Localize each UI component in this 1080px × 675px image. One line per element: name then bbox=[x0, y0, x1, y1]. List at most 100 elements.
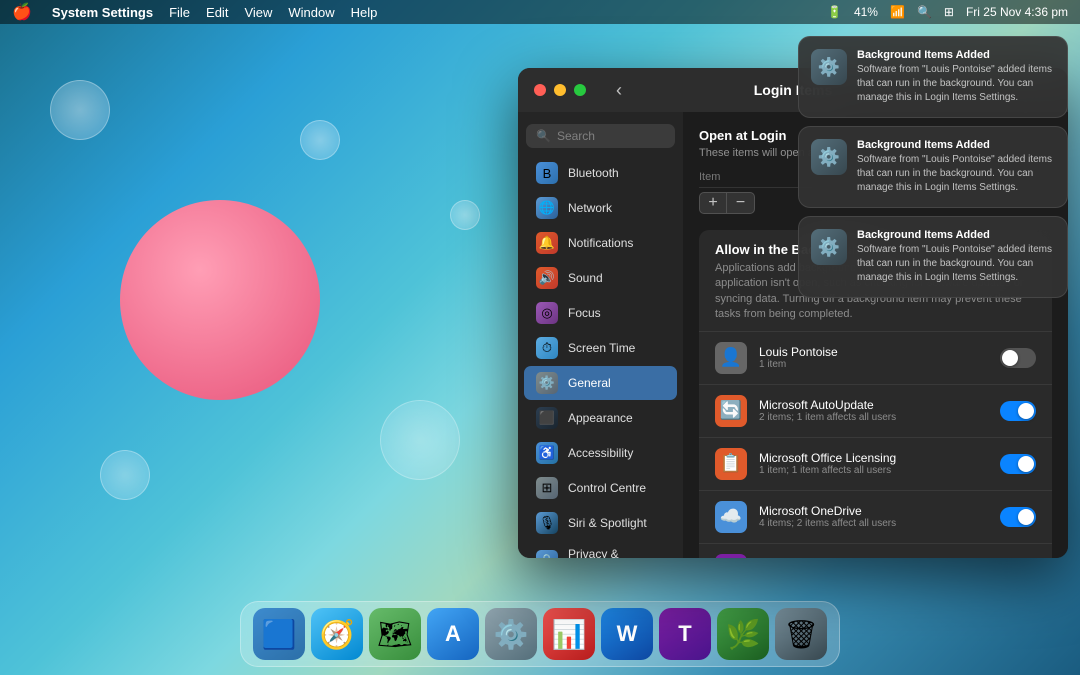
sidebar-item-network[interactable]: 🌐 Network bbox=[524, 191, 677, 225]
dock-icon-teams[interactable]: T bbox=[659, 608, 711, 660]
menubar-menu-window[interactable]: Window bbox=[288, 5, 334, 20]
apple-logo[interactable]: 🍎 bbox=[12, 2, 32, 22]
menubar-right: 🔋 41% 📶 🔍 ⊞ Fri 25 Nov 4:36 pm bbox=[827, 5, 1068, 19]
bg-item-ms-autoupdate: 🔄Microsoft AutoUpdate2 items; 1 item aff… bbox=[699, 384, 1052, 437]
window-maximize-button[interactable] bbox=[574, 84, 586, 96]
notif-content-3: Background Items Added Software from "Lo… bbox=[857, 229, 1055, 285]
bg-item-name-ms-autoupdate: Microsoft AutoUpdate bbox=[759, 398, 988, 412]
menubar-control-center-icon[interactable]: ⊞ bbox=[944, 5, 954, 19]
remove-login-item-button[interactable]: − bbox=[727, 192, 755, 214]
bg-item-toggle-ms-autoupdate[interactable] bbox=[1000, 401, 1036, 421]
bg-item-icon-ms-office-licensing: 📋 bbox=[715, 448, 747, 480]
bg-item-toggle-ms-office-licensing[interactable] bbox=[1000, 454, 1036, 474]
sidebar-item-bluetooth[interactable]: B Bluetooth bbox=[524, 156, 677, 190]
sidebar-icon-general: ⚙️ bbox=[536, 372, 558, 394]
menubar-battery-pct: 41% bbox=[854, 5, 878, 19]
bg-item-icon-louis-pontoise: 👤 bbox=[715, 342, 747, 374]
bg-item-icon-ms-onedrive: ☁️ bbox=[715, 501, 747, 533]
window-minimize-button[interactable] bbox=[554, 84, 566, 96]
sidebar-label-sound: Sound bbox=[568, 271, 603, 285]
sidebar-icon-privacy: 🔒 bbox=[536, 550, 558, 558]
sidebar: 🔍 Search B Bluetooth 🌐 Network 🔔Notification… bbox=[518, 112, 683, 558]
notification-card-3[interactable]: ⚙️ Background Items Added Software from … bbox=[798, 216, 1068, 298]
sidebar-items-list: B Bluetooth 🌐 Network 🔔Notifications🔊Sound ◎ F… bbox=[518, 156, 683, 558]
sidebar-icon-bluetooth: B bbox=[536, 162, 558, 184]
notification-card-2[interactable]: ⚙️ Background Items Added Software from … bbox=[798, 126, 1068, 208]
search-box[interactable]: 🔍 Search bbox=[526, 124, 675, 148]
sidebar-icon-network: 🌐 bbox=[536, 197, 558, 219]
bg-item-info-ms-office-licensing: Microsoft Office Licensing1 item; 1 item… bbox=[759, 451, 988, 476]
sidebar-label-focus: Focus bbox=[568, 306, 601, 320]
desktop: 🍎 System Settings File Edit View Window … bbox=[0, 0, 1080, 675]
menubar-left: 🍎 System Settings File Edit View Window … bbox=[12, 2, 377, 22]
dock-icon-finder[interactable]: 🟦 bbox=[253, 608, 305, 660]
notif-icon-1: ⚙️ bbox=[811, 49, 847, 85]
sidebar-item-notifications[interactable]: 🔔Notifications bbox=[524, 226, 677, 260]
sidebar-icon-accessibility: ♿ bbox=[536, 442, 558, 464]
bg-item-toggle-louis-pontoise[interactable] bbox=[1000, 348, 1036, 368]
bubble-decoration-4 bbox=[100, 450, 150, 500]
sidebar-label-appearance: Appearance bbox=[568, 411, 633, 425]
sidebar-label-network: Network bbox=[568, 201, 612, 215]
menubar-menu-file[interactable]: File bbox=[169, 5, 190, 20]
sidebar-item-general[interactable]: ⚙️General bbox=[524, 366, 677, 400]
bg-item-info-ms-teams: Microsoft Teams1 item; 1 item affects al… bbox=[759, 557, 988, 558]
sidebar-item-siri[interactable]: 🎙Siri & Spotlight bbox=[524, 506, 677, 540]
toggle-knob-ms-autoupdate bbox=[1018, 403, 1034, 419]
dock-icon-safari[interactable]: 🧭 bbox=[311, 608, 363, 660]
menubar-menu-view[interactable]: View bbox=[244, 5, 272, 20]
sidebar-icon-focus: ◎ bbox=[536, 302, 558, 324]
menubar-battery-icon: 🔋 bbox=[827, 5, 842, 19]
sidebar-item-privacy[interactable]: 🔒 Privacy & Security bbox=[524, 541, 677, 558]
notif-title-3: Background Items Added bbox=[857, 229, 1055, 241]
menubar-wifi-icon[interactable]: 📶 bbox=[890, 5, 905, 19]
bg-item-sub-ms-office-licensing: 1 item; 1 item affects all users bbox=[759, 465, 988, 476]
sidebar-item-appearance[interactable]: ⬛ Appearance bbox=[524, 401, 677, 435]
sidebar-label-privacy: Privacy & Security bbox=[568, 547, 665, 558]
sidebar-label-notifications: Notifications bbox=[568, 236, 633, 250]
sidebar-item-focus[interactable]: ◎ Focus bbox=[524, 296, 677, 330]
back-button[interactable]: ‹ bbox=[616, 80, 622, 101]
dock-icon-appstore[interactable]: A bbox=[427, 608, 479, 660]
sidebar-label-screentime: Screen Time bbox=[568, 341, 635, 355]
sidebar-icon-controlcentre: ⊞ bbox=[536, 477, 558, 499]
menubar-search-icon[interactable]: 🔍 bbox=[917, 5, 932, 19]
dock-icon-settings[interactable]: ⚙️ bbox=[485, 608, 537, 660]
bg-item-sub-ms-onedrive: 4 items; 2 items affect all users bbox=[759, 518, 988, 529]
sidebar-item-screentime[interactable]: ⏱Screen Time bbox=[524, 331, 677, 365]
sidebar-label-accessibility: Accessibility bbox=[568, 446, 633, 460]
sidebar-label-controlcentre: Control Centre bbox=[568, 481, 646, 495]
notification-card-1[interactable]: ⚙️ Background Items Added Software from … bbox=[798, 36, 1068, 118]
bubble-decoration-3 bbox=[380, 400, 460, 480]
menubar-menu-edit[interactable]: Edit bbox=[206, 5, 228, 20]
menubar: 🍎 System Settings File Edit View Window … bbox=[0, 0, 1080, 24]
sidebar-label-bluetooth: Bluetooth bbox=[568, 166, 619, 180]
window-close-button[interactable] bbox=[534, 84, 546, 96]
menubar-datetime: Fri 25 Nov 4:36 pm bbox=[966, 5, 1068, 19]
bg-item-ms-onedrive: ☁️ Microsoft OneDrive4 items; 2 items aff… bbox=[699, 490, 1052, 543]
bg-item-toggle-ms-onedrive[interactable] bbox=[1000, 507, 1036, 527]
kirby-character bbox=[120, 200, 320, 400]
bg-item-info-ms-onedrive: Microsoft OneDrive4 items; 2 items affec… bbox=[759, 504, 988, 529]
bg-item-ms-office-licensing: 📋 Microsoft Office Licensing1 item; 1 ite… bbox=[699, 437, 1052, 490]
dock-icon-leaf[interactable]: 🌿 bbox=[717, 608, 769, 660]
sidebar-item-controlcentre[interactable]: ⊞ Control Centre bbox=[524, 471, 677, 505]
dock-icon-maps[interactable]: 🗺 bbox=[369, 608, 421, 660]
sidebar-item-accessibility[interactable]: ♿ Accessibility bbox=[524, 436, 677, 470]
search-icon: 🔍 bbox=[536, 129, 551, 143]
add-login-item-button[interactable]: + bbox=[699, 192, 727, 214]
menubar-menu-help[interactable]: Help bbox=[351, 5, 378, 20]
notifications-area: ⚙️ Background Items Added Software from … bbox=[798, 36, 1068, 298]
notif-content-1: Background Items Added Software from "Lo… bbox=[857, 49, 1055, 105]
dock-icon-word[interactable]: W bbox=[601, 608, 653, 660]
notif-icon-3: ⚙️ bbox=[811, 229, 847, 265]
sidebar-icon-appearance: ⬛ bbox=[536, 407, 558, 429]
notif-content-2: Background Items Added Software from "Lo… bbox=[857, 139, 1055, 195]
dock-icon-trash[interactable]: 🗑 bbox=[775, 608, 827, 660]
bg-item-info-louis-pontoise: Louis Pontoise1 item bbox=[759, 345, 988, 370]
sidebar-item-sound[interactable]: 🔊Sound bbox=[524, 261, 677, 295]
dock-icon-activity[interactable]: 📊 bbox=[543, 608, 595, 660]
bg-item-icon-ms-autoupdate: 🔄 bbox=[715, 395, 747, 427]
notif-icon-2: ⚙️ bbox=[811, 139, 847, 175]
toggle-knob-louis-pontoise bbox=[1002, 350, 1018, 366]
